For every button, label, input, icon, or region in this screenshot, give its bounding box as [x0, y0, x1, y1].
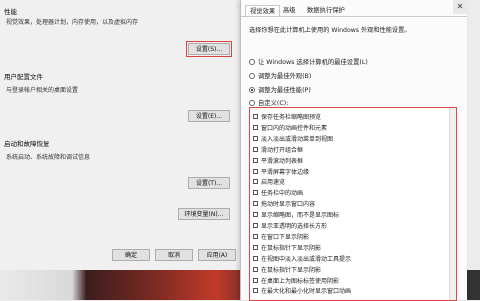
list-item[interactable]: 滑动打开组合框 — [253, 145, 303, 154]
checkbox[interactable] — [253, 157, 258, 163]
profile-title: 用户配置文件 — [4, 73, 43, 81]
checkbox-label: 滑动打开组合框 — [261, 146, 304, 154]
list-scrollbar[interactable] — [449, 108, 456, 300]
checkbox-label: 在鼠标指针下显示阴影 — [261, 266, 322, 274]
list-item[interactable]: 平滑滚动列表框 — [253, 156, 303, 165]
checkbox-label: 拖动时显示窗口内容 — [261, 201, 316, 209]
checkbox[interactable] — [253, 114, 258, 119]
checkbox[interactable] — [253, 212, 258, 218]
checkbox-label: 任务栏中的动画 — [261, 190, 304, 198]
radio-label: 让 Windows 选择计算机的最佳设置(L) — [258, 59, 368, 66]
performance-settings-button[interactable]: 设置(S)... — [186, 41, 232, 57]
profile-desc: 与登录帐户相关的桌面设置 — [6, 87, 79, 94]
startup-title: 启动和故障恢复 — [4, 140, 50, 148]
list-item[interactable]: 任务栏中的动画 — [253, 188, 303, 197]
list-item[interactable]: 在桌面上为图标标签使用阴影 — [253, 276, 339, 285]
profile-settings-button[interactable]: 设置(E)... — [188, 110, 230, 122]
radio-label: 调整为最佳性能(P) — [258, 87, 311, 94]
intro-text: 选择你想在此计算机上使用的 Windows 外观和性能设置。 — [249, 27, 411, 34]
cancel-button[interactable]: 取消 — [155, 249, 193, 261]
environment-variables-button[interactable]: 环境变量(N)... — [178, 208, 230, 220]
list-item[interactable]: 在视图中淡入淡出或滑动工具提示 — [253, 254, 351, 263]
checkbox-label: 在最大化和最小化时显示窗口动画 — [261, 288, 352, 296]
checkbox[interactable] — [253, 277, 258, 283]
list-item[interactable]: 显示亚透明的选择长方形 — [253, 221, 327, 230]
list-item[interactable]: 在窗口下显示阴影 — [253, 232, 309, 241]
list-item[interactable]: 拖动时显示窗口内容 — [253, 199, 315, 208]
checkbox-label: 窗口内的动画控件和元素 — [261, 124, 328, 132]
checkbox-label: 显示缩略图，而不是显示图标 — [261, 212, 340, 220]
list-item[interactable]: 显示缩略图，而不是显示图标 — [253, 210, 339, 219]
list-item[interactable]: 在鼠标指针下显示阴影 — [253, 265, 321, 274]
radio-let-windows-choose[interactable]: 让 Windows 选择计算机的最佳设置(L) — [249, 57, 368, 66]
list-item[interactable]: 在鼠标指针下显示阴影 — [253, 243, 321, 252]
checkbox-label: 在视图中淡入淡出或滑动工具提示 — [261, 255, 352, 263]
checkbox-label: 平滑屏幕字体边缘 — [261, 168, 310, 176]
checkbox[interactable] — [253, 135, 258, 141]
radio-best-performance[interactable]: 调整为最佳性能(P) — [249, 85, 311, 94]
checkbox[interactable] — [253, 266, 258, 272]
list-item[interactable]: 窗口内的动画控件和元素 — [253, 123, 327, 132]
list-item[interactable]: 在最大化和最小化时显示窗口动画 — [253, 286, 351, 295]
checkbox[interactable] — [253, 190, 258, 196]
list-item[interactable]: 保存任务栏缩略图预览 — [253, 112, 321, 121]
performance-title: 性能 — [4, 8, 17, 16]
radio-circle — [249, 58, 255, 65]
checkbox-label: 平滑滚动列表框 — [261, 157, 304, 165]
checkbox[interactable] — [253, 124, 258, 130]
checkbox-label: 在窗口下显示阴影 — [261, 233, 310, 241]
radio-best-appearance[interactable]: 调整为最佳外观(B) — [249, 71, 311, 80]
radio-label: 调整为最佳外观(B) — [258, 73, 312, 80]
checkbox[interactable] — [253, 288, 258, 294]
checkbox-label: 淡入淡出或滑动菜单到视图 — [261, 135, 334, 143]
radio-circle — [249, 72, 255, 79]
ok-button[interactable]: 确定 — [112, 249, 150, 261]
radio-label: 自定义(C): — [258, 100, 289, 107]
startup-desc: 系统启动、系统故障和调试信息 — [6, 154, 91, 161]
checkbox[interactable] — [253, 244, 258, 250]
radio-circle-selected — [249, 86, 255, 93]
system-properties-panel: 性能 视觉效果，处理器计划，内存使用，以及虚拟内存 设置(S)... 用户配置文… — [0, 0, 263, 270]
list-item[interactable]: 淡入淡出或滑动菜单到视图 — [253, 134, 333, 143]
startup-settings-button[interactable]: 设置(T)... — [188, 177, 230, 189]
checkbox-label: 显示亚透明的选择长方形 — [261, 223, 328, 230]
tab-advanced[interactable]: 高级 — [279, 5, 300, 16]
checkbox[interactable] — [253, 179, 258, 185]
radio-circle — [249, 99, 255, 106]
apply-button[interactable]: 应用(A) — [198, 249, 236, 261]
visual-effects-list[interactable]: 保存任务栏缩略图预览 窗口内的动画控件和元素 淡入淡出或滑动菜单到视图 滑动打开组合框… — [249, 107, 457, 301]
checkbox[interactable] — [253, 255, 258, 261]
checkbox-label: 在桌面上为图标标签使用阴影 — [261, 277, 340, 285]
list-item[interactable]: 平滑屏幕字体边缘 — [253, 167, 309, 176]
performance-desc: 视觉效果，处理器计划，内存使用，以及虚拟内存 — [6, 19, 139, 26]
performance-options-dialog: ✕ 视觉效果 高级 数据执行保护 选择你想在此计算机上使用的 Windows 外… — [240, 0, 467, 301]
checkbox-label: 启用速览 — [261, 179, 286, 187]
list-item[interactable]: 启用速览 — [253, 177, 285, 186]
tab-divider — [241, 16, 467, 17]
radio-custom[interactable]: 自定义(C): — [249, 98, 288, 107]
checkbox[interactable] — [253, 146, 258, 152]
dialog-button-bar: 确定 取消 应用(A) — [0, 240, 262, 270]
checkbox[interactable] — [253, 201, 258, 207]
close-icon[interactable]: ✕ — [453, 0, 467, 14]
checkbox[interactable] — [253, 168, 258, 174]
checkbox-label: 在鼠标指针下显示阴影 — [261, 244, 322, 252]
tab-dep[interactable]: 数据执行保护 — [303, 5, 349, 16]
checkbox[interactable] — [253, 233, 258, 239]
checkbox[interactable] — [253, 223, 258, 228]
checkbox-label: 保存任务栏缩略图预览 — [261, 114, 322, 121]
